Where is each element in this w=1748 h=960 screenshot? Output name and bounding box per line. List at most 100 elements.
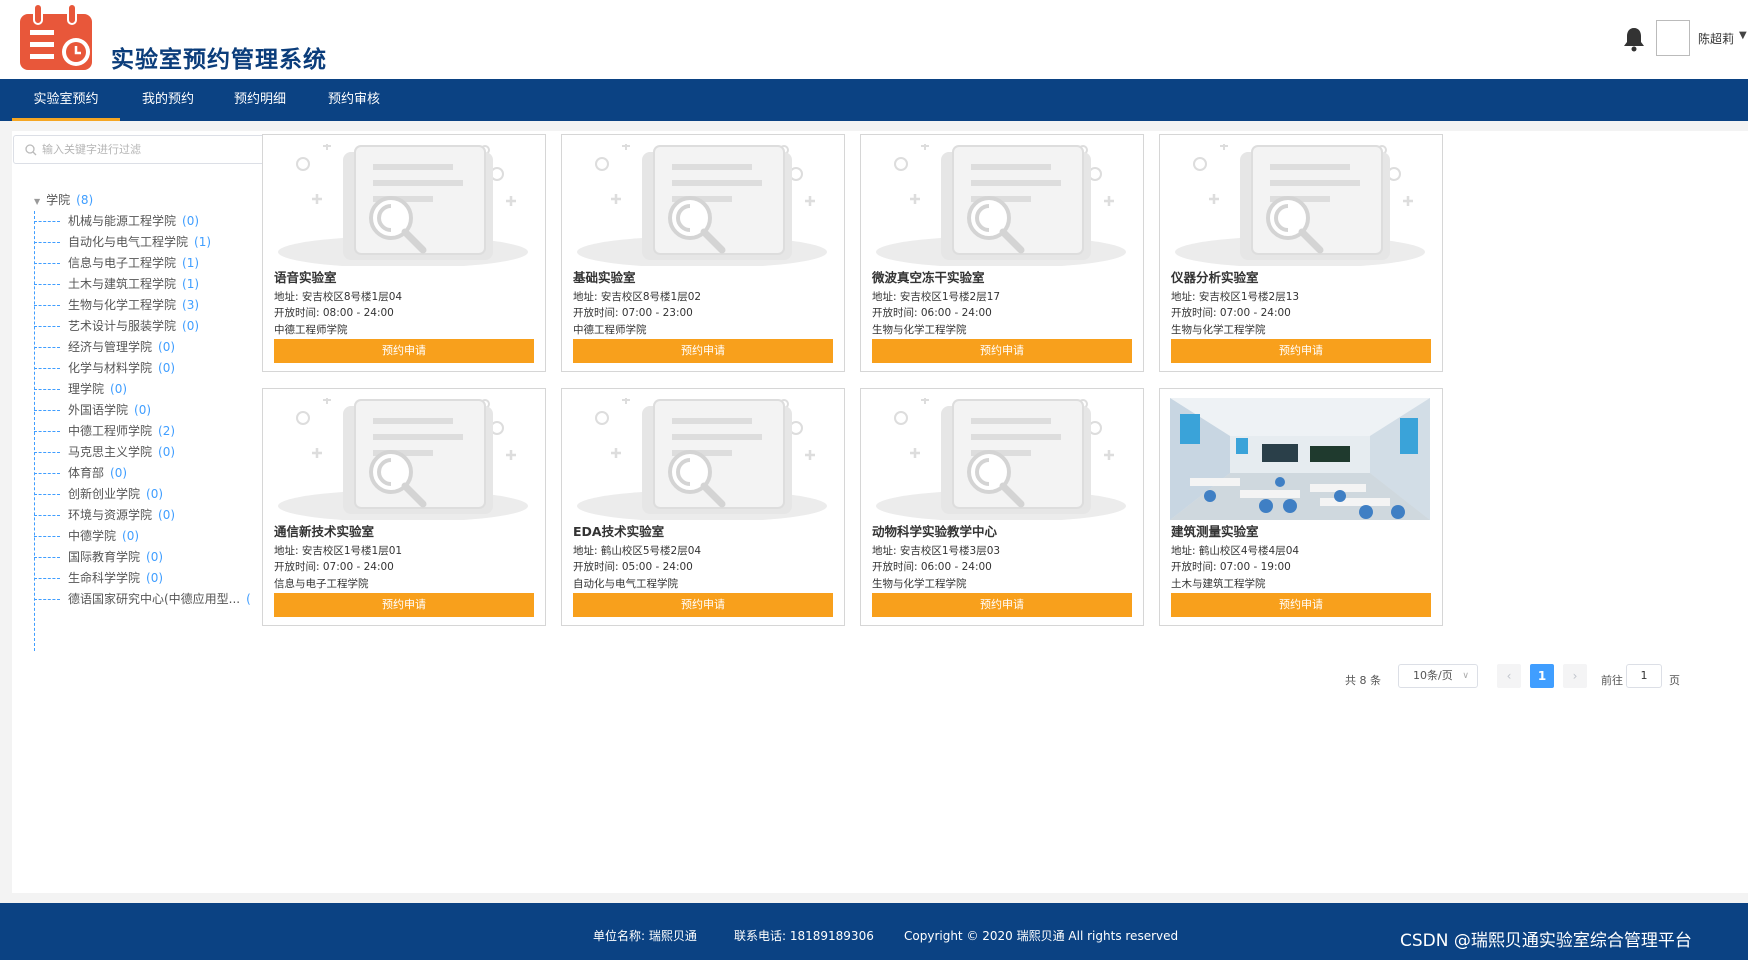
lab-hours: 开放时间: 07:00 - 24:00 [1171,307,1291,319]
tree-connector [34,221,60,222]
nav-item-booking-detail[interactable]: 预约明细 [220,79,300,121]
tree-item-label: 国际教育学院 [68,550,141,564]
lab-card: EDA技术实验室 地址: 鹤山校区5号楼2层04 开放时间: 05:00 - 24:… [561,388,845,626]
tree-item[interactable]: 经济与管理学院 (0) [34,338,175,359]
lab-college: 生物与化学工程学院 [1171,324,1266,336]
search-icon [25,144,37,156]
book-button[interactable]: 预约申请 [274,339,534,363]
tree-item-label: 生命科学学院 [68,571,141,585]
tree-item[interactable]: 国际教育学院 (0) [34,548,163,569]
tree-item-count: (0) [110,382,128,396]
tree-connector [34,284,60,285]
tree-item-label: 德语国家研究中心(中德应用型... [68,592,241,606]
tree-item-count: (0) [182,319,200,333]
tree-item[interactable]: 艺术设计与服装学院 (0) [34,317,199,338]
page-suffix-label: 页 [1669,674,1680,687]
image-placeholder-icon [278,144,528,266]
tree-item[interactable]: 环境与资源学院 (0) [34,506,175,527]
tree-connector [34,410,60,411]
goto-label: 前往 [1601,674,1623,687]
tree-item[interactable]: 机械与能源工程学院 (0) [34,212,199,233]
tree-item-label: 自动化与电气工程学院 [68,235,189,249]
search-box [13,135,265,164]
lab-card: 语音实验室 地址: 安吉校区8号楼1层04 开放时间: 08:00 - 24:00 中… [262,134,546,372]
tree-item[interactable]: 自动化与电气工程学院 (1) [34,233,211,254]
nav-item-booking-review[interactable]: 预约审核 [314,79,394,121]
lab-address: 地址: 鹤山校区4号楼4层04 [1171,545,1300,557]
lab-college: 生物与化学工程学院 [872,324,967,336]
tree-item-count: (0) [158,508,176,522]
tree-item[interactable]: 生命科学学院 (0) [34,569,163,590]
user-name[interactable]: 陈超莉 [1698,30,1734,47]
tree-item[interactable]: 外国语学院 (0) [34,401,151,422]
current-page-button[interactable]: 1 [1530,664,1554,688]
tree-item-count: (0) [158,340,176,354]
lab-card: 基础实验室 地址: 安吉校区8号楼1层02 开放时间: 07:00 - 23:00 中… [561,134,845,372]
book-button[interactable]: 预约申请 [872,339,1132,363]
tree-item[interactable]: 信息与电子工程学院 (1) [34,254,199,275]
lab-college: 中德工程师学院 [573,324,647,336]
image-placeholder-icon [278,398,528,520]
lab-college: 土木与建筑工程学院 [1171,578,1266,590]
image-placeholder-icon [1175,144,1425,266]
tree-item[interactable]: 中德工程师学院 (2) [34,422,175,443]
tree-root[interactable]: ▼ 学院 (8) [34,191,93,208]
tree-connector [34,263,60,264]
avatar[interactable] [1656,20,1690,56]
tree-item-label: 外国语学院 [68,403,129,417]
tree-item-label: 生物与化学工程学院 [68,298,177,312]
tree-item[interactable]: 化学与材料学院 (0) [34,359,175,380]
tree-item-count: (2) [158,424,176,438]
lab-card: 仪器分析实验室 地址: 安吉校区1号楼2层13 开放时间: 07:00 - 24:0… [1159,134,1443,372]
lab-card: 微波真空冻干实验室 地址: 安吉校区1号楼2层17 开放时间: 06:00 - 24… [860,134,1144,372]
tree-connector [34,452,60,453]
tree-item[interactable]: 体育部 (0) [34,464,127,485]
lab-hours: 开放时间: 07:00 - 24:00 [274,561,394,573]
tree-connector [34,305,60,306]
book-button[interactable]: 预约申请 [573,593,833,617]
book-button[interactable]: 预约申请 [1171,339,1431,363]
pagination-total: 共 8 条 [1345,674,1381,687]
tree-item-label: 机械与能源工程学院 [68,214,177,228]
lab-name: 语音实验室 [274,270,337,285]
tree-connector [34,326,60,327]
lab-hours: 开放时间: 07:00 - 23:00 [573,307,693,319]
tree-item-count: (1) [182,277,200,291]
page-size-select[interactable]: 10条/页 ∨ [1398,664,1478,688]
tree-item-count: (0) [110,466,128,480]
tree-item-count: (0) [146,487,164,501]
book-button[interactable]: 预约申请 [1171,593,1431,617]
caret-down-icon[interactable]: ▼ [1739,30,1747,41]
goto-page-input[interactable]: 1 [1626,664,1662,688]
bell-icon[interactable] [1622,26,1646,52]
nav-item-lab-booking[interactable]: 实验室预约 [12,79,120,121]
main-nav: 实验室预约 我的预约 预约明细 预约审核 [0,79,1748,121]
tree-item[interactable]: 土木与建筑工程学院 (1) [34,275,199,296]
tree-item[interactable]: 生物与化学工程学院 (3) [34,296,199,317]
tree-item-label: 化学与材料学院 [68,361,153,375]
tree-connector [34,389,60,390]
lab-name: 微波真空冻干实验室 [872,270,985,285]
tree-item-label: 土木与建筑工程学院 [68,277,177,291]
book-button[interactable]: 预约申请 [274,593,534,617]
lab-college: 生物与化学工程学院 [872,578,967,590]
next-page-button[interactable]: › [1563,664,1587,688]
tree-item[interactable]: 理学院 (0) [34,380,127,401]
prev-page-button[interactable]: ‹ [1497,664,1521,688]
tree-connector [34,473,60,474]
tree-item-count: (0) [146,571,164,585]
book-button[interactable]: 预约申请 [872,593,1132,617]
lab-address: 地址: 安吉校区8号楼1层02 [573,291,702,303]
header: 实验室预约管理系统 陈超莉 ▼ [0,0,1748,79]
tree-item[interactable]: 德语国家研究中心(中德应用型... ( [34,590,251,611]
lab-hours: 开放时间: 07:00 - 19:00 [1171,561,1291,573]
book-button[interactable]: 预约申请 [573,339,833,363]
tree-item[interactable]: 马克思主义学院 (0) [34,443,175,464]
tree-item[interactable]: 创新创业学院 (0) [34,485,163,506]
nav-item-my-booking[interactable]: 我的预约 [128,79,208,121]
search-input[interactable] [42,139,258,160]
caret-down-icon[interactable]: ▼ [34,197,40,206]
tree-connector [34,347,60,348]
tree-item[interactable]: 中德学院 (0) [34,527,139,548]
tree-connector [34,242,60,243]
